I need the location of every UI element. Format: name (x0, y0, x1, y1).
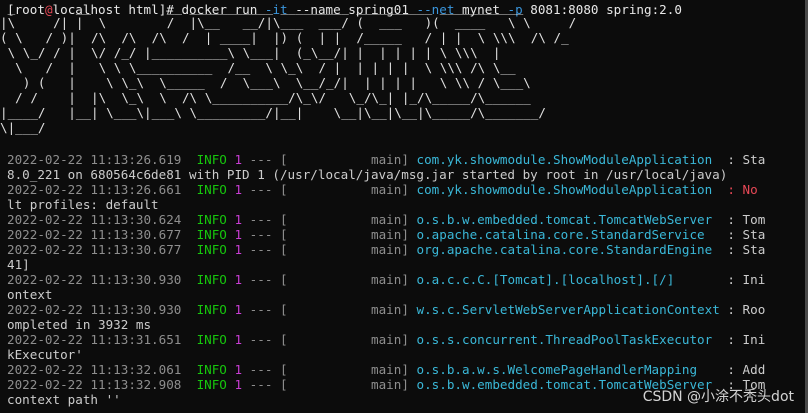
banner-line: \ / | \ \ \__________ /__ \ \_\ / | | | … (0, 60, 516, 75)
log-timestamp: 2022-02-22 11:13:30.624 (7, 212, 182, 227)
log-logger: o.s.b.w.embedded.tomcat.TomcatWebServer (416, 212, 713, 227)
log-message: : No (712, 182, 758, 197)
log-logger: org.apache.catalina.core.StandardEngine (416, 242, 713, 257)
log-line: 2022-02-22 11:13:26.661 INFO 1 --- [ mai… (7, 182, 758, 197)
log-message: kExecutor' (7, 347, 83, 362)
log-pid: 1 (234, 212, 243, 227)
log-message: : Ini (674, 272, 766, 287)
log-message: : Add (697, 362, 766, 377)
csdn-watermark: CSDN @小涂不秃头dot (642, 389, 794, 405)
log-level: INFO (196, 152, 227, 167)
log-thread: main (371, 272, 402, 287)
log-timestamp: 2022-02-22 11:13:30.930 (7, 302, 182, 317)
log-logger: com.yk.showmodule.ShowModuleApplication (416, 152, 713, 167)
log-thread: main (371, 227, 402, 242)
log-message: : Sta (712, 242, 766, 257)
log-timestamp: 2022-02-22 11:13:30.677 (7, 242, 182, 257)
log-line: 2022-02-22 11:13:30.677 INFO 1 --- [ mai… (7, 242, 766, 257)
log-logger: o.s.s.concurrent.ThreadPoolTaskExecutor (416, 332, 713, 347)
log-thread: main (371, 302, 402, 317)
log-message: lt profiles: default (7, 197, 159, 212)
banner-line: / / | |\ \_\ \ /\ \__________/\_\/ \_/\_… (0, 90, 531, 105)
log-line: 2022-02-22 11:13:30.930 INFO 1 --- [ mai… (7, 302, 766, 317)
log-pid: 1 (234, 152, 243, 167)
terminal-window[interactable]: [root@localhost html]# docker run -it --… (0, 0, 808, 413)
banner-line: |\ /| | \ / |\__ __/|\___ ___/ ( ___ )( … (0, 15, 577, 30)
log-pid: 1 (234, 377, 243, 392)
log-message: : Ini (712, 332, 766, 347)
log-timestamp: 2022-02-22 11:13:32.061 (7, 362, 182, 377)
log-pid: 1 (234, 227, 243, 242)
log-continuation-line: ompleted in 3932 ms (7, 317, 808, 332)
log-thread: main (371, 212, 402, 227)
log-message: : Tom (712, 212, 766, 227)
log-output: 2022-02-22 11:13:26.619 INFO 1 --- [ mai… (0, 152, 808, 407)
log-message: context path '' (7, 392, 121, 407)
log-logger: o.s.b.a.w.s.WelcomePageHandlerMapping (416, 362, 698, 377)
log-thread: main (371, 152, 402, 167)
log-level: INFO (196, 362, 227, 377)
log-level: INFO (196, 182, 227, 197)
log-continuation-line: lt profiles: default (7, 197, 808, 212)
banner-line: \ \_/ / | \/ /_/ |__________\ \___| (_\_… (0, 45, 501, 60)
banner-line: ( \ / )| /\ /\ /\ / | ____| |) ( | | /__… (0, 30, 569, 45)
log-level: INFO (196, 302, 227, 317)
log-timestamp: 2022-02-22 11:13:30.930 (7, 272, 182, 287)
banner-line: _ __ __ ___________ _________ __________… (0, 0, 524, 15)
log-line: 2022-02-22 11:13:30.677 INFO 1 --- [ mai… (7, 227, 766, 242)
log-thread: main (371, 362, 402, 377)
log-line: 2022-02-22 11:13:26.619 INFO 1 --- [ mai… (7, 152, 766, 167)
banner-line: |____/ |__| \___\|___\ \_________/|__| \… (0, 105, 546, 120)
log-message: ompleted in 3932 ms (7, 317, 152, 332)
log-continuation-line: ontext (7, 287, 808, 302)
log-message: : Roo (719, 302, 766, 317)
log-line: 2022-02-22 11:13:31.651 INFO 1 --- [ mai… (7, 332, 766, 347)
log-timestamp: 2022-02-22 11:13:31.651 (7, 332, 182, 347)
log-level: INFO (196, 212, 227, 227)
log-level: INFO (196, 272, 227, 287)
log-level: INFO (196, 227, 227, 242)
log-logger: w.s.c.ServletWebServerApplicationContext (416, 302, 720, 317)
banner-line: ) ( | \ \_\ \_____ / \___\ \__/_/| | | |… (0, 75, 531, 90)
log-message: 41] (7, 257, 30, 272)
log-line: 2022-02-22 11:13:32.061 INFO 1 --- [ mai… (7, 362, 766, 377)
log-logger: o.a.c.c.C.[Tomcat].[localhost].[/] (416, 272, 675, 287)
log-message: ontext (7, 287, 53, 302)
log-continuation-line: 41] (7, 257, 808, 272)
log-logger: com.yk.showmodule.ShowModuleApplication (416, 182, 713, 197)
log-thread: main (371, 377, 402, 392)
log-timestamp: 2022-02-22 11:13:26.661 (7, 182, 182, 197)
log-timestamp: 2022-02-22 11:13:30.677 (7, 227, 182, 242)
log-level: INFO (196, 242, 227, 257)
log-thread: main (371, 242, 402, 257)
log-pid: 1 (234, 362, 243, 377)
log-line: 2022-02-22 11:13:30.624 INFO 1 --- [ mai… (7, 212, 766, 227)
log-level: INFO (196, 377, 227, 392)
log-pid: 1 (234, 182, 243, 197)
log-pid: 1 (234, 242, 243, 257)
log-pid: 1 (234, 332, 243, 347)
log-level: INFO (196, 332, 227, 347)
log-message: 8.0_221 on 680564c6de81 with PID 1 (/usr… (7, 167, 728, 182)
ascii-art-banner: _ __ __ ___________ _________ __________… (0, 0, 808, 135)
log-line: 2022-02-22 11:13:30.930 INFO 1 --- [ mai… (7, 272, 766, 287)
log-timestamp: 2022-02-22 11:13:32.908 (7, 377, 182, 392)
log-message: : Sta (712, 152, 766, 167)
log-pid: 1 (234, 302, 243, 317)
log-pid: 1 (234, 272, 243, 287)
log-message: : Sta (704, 227, 766, 242)
log-logger: o.apache.catalina.core.StandardService (416, 227, 705, 242)
banner-line: \|___/ (0, 120, 46, 135)
log-continuation-line: 8.0_221 on 680564c6de81 with PID 1 (/usr… (7, 167, 808, 182)
log-timestamp: 2022-02-22 11:13:26.619 (7, 152, 182, 167)
log-continuation-line: kExecutor' (7, 347, 808, 362)
log-thread: main (371, 332, 402, 347)
log-thread: main (371, 182, 402, 197)
